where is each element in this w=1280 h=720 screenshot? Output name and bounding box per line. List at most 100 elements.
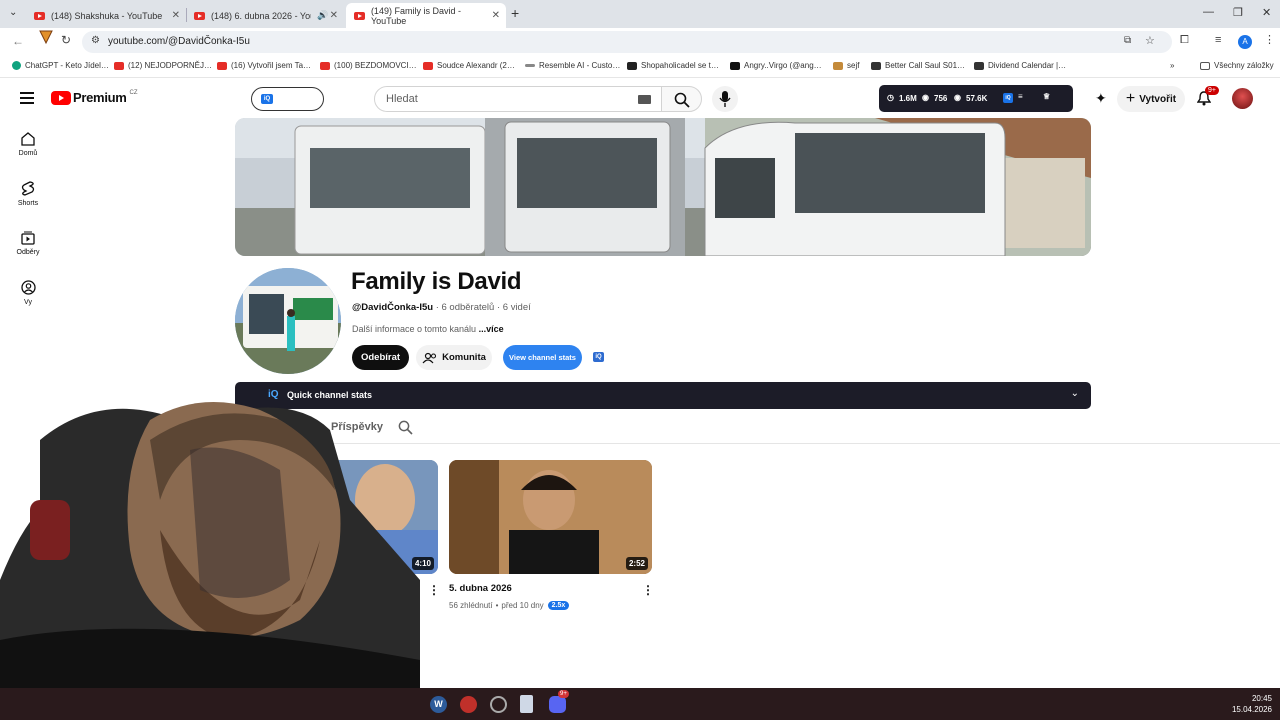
reload-icon[interactable]: ↻ bbox=[61, 33, 71, 47]
clock[interactable]: 20:45 15.04.2026 bbox=[1228, 693, 1272, 715]
bookmark-label: (100) BEZDOMOVCI… bbox=[334, 61, 417, 70]
bookmark-label: Resemble AI - Custo… bbox=[539, 61, 621, 70]
guide-item-shorts[interactable]: Shorts bbox=[10, 181, 46, 207]
video-menu-icon[interactable]: ⋮ bbox=[642, 583, 654, 597]
guide-label: Shorts bbox=[17, 200, 39, 207]
video-menu-icon[interactable]: ⋮ bbox=[428, 583, 440, 597]
search-input[interactable]: Hledat bbox=[374, 86, 662, 112]
bookmark-item[interactable]: (100) BEZDOMOVCI… bbox=[320, 61, 417, 70]
shorts-remix-icon[interactable]: ✦ bbox=[1095, 90, 1107, 107]
address-bar[interactable]: ⚙ youtube.com/@DavidČonka-I5u ⧉ ☆ bbox=[82, 31, 1172, 53]
minimize-button[interactable]: — bbox=[1203, 6, 1214, 18]
taskbar-app-icon[interactable]: W bbox=[430, 696, 447, 713]
url-text: youtube.com/@DavidČonka-I5u bbox=[108, 36, 250, 47]
video-thumbnail[interactable]: 2:52 bbox=[449, 460, 652, 574]
search-button[interactable] bbox=[661, 86, 702, 112]
bookmark-item[interactable]: (16) Vytvořil jsem Ta… bbox=[217, 61, 311, 70]
maximize-button[interactable]: ❐ bbox=[1233, 6, 1243, 19]
iq-icon[interactable]: iQ bbox=[593, 352, 604, 362]
all-bookmarks-button[interactable]: Všechny záložky bbox=[1200, 61, 1274, 70]
iq-icon: iQ bbox=[1003, 93, 1013, 103]
create-button[interactable]: + Vytvořit bbox=[1117, 86, 1185, 112]
browser-menu-icon[interactable]: ⋮ bbox=[1264, 33, 1275, 46]
tab-title: (149) Family is David - YouTube bbox=[370, 5, 461, 26]
taskbar-app-icon[interactable] bbox=[520, 695, 533, 713]
bookmarks-overflow-icon[interactable]: » bbox=[1170, 61, 1174, 70]
subscribe-button[interactable]: Odebírat bbox=[352, 345, 409, 370]
guide-item-subscriptions[interactable]: Odběry bbox=[10, 231, 46, 256]
channel-handle: @DavidČonka-I5u bbox=[352, 302, 434, 313]
notifications-button[interactable]: 9+ bbox=[1196, 86, 1219, 111]
iq-search-toggle[interactable]: iQ bbox=[251, 87, 324, 111]
bookmark-item[interactable]: Shopaholicadel se t… bbox=[627, 61, 719, 70]
subscriptions-icon bbox=[21, 231, 35, 245]
create-label: Vytvořit bbox=[1139, 93, 1177, 105]
close-tab-icon[interactable]: ✕ bbox=[330, 10, 338, 21]
voice-search-button[interactable] bbox=[712, 86, 738, 112]
bookmark-item[interactable]: ChatGPT - Keto Jídel… bbox=[12, 61, 109, 70]
bookmark-item[interactable]: (12) NEJODPORNĚJ… bbox=[114, 61, 212, 70]
close-window-button[interactable]: ✕ bbox=[1262, 6, 1271, 19]
youtube-icon bbox=[114, 61, 124, 70]
clock-icon: ◷ bbox=[887, 93, 894, 102]
bookmark-item[interactable]: Dividend Calendar |… bbox=[974, 61, 1066, 70]
notification-badge: 9+ bbox=[1205, 86, 1219, 95]
youtube-premium-logo[interactable]: Premium CZ bbox=[51, 90, 138, 105]
tab-search-button[interactable]: ⌄ bbox=[9, 7, 17, 18]
list-icon: ≡ bbox=[1018, 92, 1023, 101]
tiktok-icon bbox=[730, 61, 740, 70]
youtube-favicon-icon bbox=[34, 11, 45, 20]
channel-meta-row: @DavidČonka-I5u · 6 odběratelů · 6 videí bbox=[352, 302, 531, 313]
taskbar-app-icon[interactable] bbox=[460, 696, 477, 713]
stats-a: 756 bbox=[934, 94, 948, 103]
view-channel-stats-button[interactable]: View channel stats bbox=[503, 345, 582, 370]
tab-title: (148) 6. dubna 2026 - YouTu bbox=[211, 10, 311, 21]
browser-tab[interactable]: (148) Shakshuka - YouTube ✕ bbox=[26, 3, 186, 28]
stats-b: 57.6K bbox=[966, 94, 988, 103]
reading-list-icon[interactable]: ≡ bbox=[1215, 34, 1221, 46]
taskbar-app-icon[interactable] bbox=[490, 696, 507, 713]
new-tab-button[interactable]: + bbox=[511, 5, 519, 21]
play-icon bbox=[871, 61, 881, 70]
video-views: 56 zhlédnutí bbox=[449, 601, 493, 610]
guide-label: Domů bbox=[18, 150, 38, 157]
bookmark-item[interactable]: Soudce Alexandr (2… bbox=[423, 61, 515, 70]
back-icon[interactable]: ← bbox=[12, 34, 24, 48]
extensions-icon[interactable]: ⧠ bbox=[1180, 34, 1189, 47]
site-info-icon[interactable]: ⚙ bbox=[91, 35, 100, 46]
channel-stats-widget[interactable]: ◷ 1.6M ◉ 756 ◉ 57.6K iQ ≡ ♕ bbox=[879, 85, 1073, 112]
bookmark-label: Shopaholicadel se t… bbox=[641, 61, 719, 70]
speaker-icon[interactable]: 🔊 bbox=[317, 10, 328, 21]
keyboard-icon[interactable] bbox=[638, 95, 651, 104]
browser-tab-active[interactable]: (149) Family is David - YouTube ✕ bbox=[346, 3, 506, 28]
bookmark-star-icon[interactable]: ☆ bbox=[1145, 34, 1155, 47]
chatgpt-icon bbox=[12, 61, 21, 70]
video-title[interactable]: 5. dubna 2026 bbox=[449, 583, 512, 594]
region-label: CZ bbox=[129, 89, 138, 96]
discord-badge: 9+ bbox=[558, 690, 569, 698]
install-app-icon[interactable]: ⧉ bbox=[1124, 35, 1131, 46]
community-button[interactable]: Komunita bbox=[416, 345, 492, 370]
profile-avatar[interactable]: A bbox=[1238, 35, 1252, 49]
close-tab-icon[interactable]: ✕ bbox=[492, 10, 500, 21]
hamburger-menu-icon[interactable] bbox=[20, 91, 34, 109]
account-avatar[interactable] bbox=[1232, 88, 1253, 109]
guide-item-you[interactable]: Vy bbox=[10, 280, 46, 306]
bookmark-item[interactable]: Resemble AI - Custo… bbox=[525, 61, 620, 70]
guide-item-home[interactable]: Domů bbox=[10, 132, 46, 157]
bookmark-item[interactable]: Better Call Saul S01… bbox=[871, 61, 965, 70]
clock-time: 20:45 bbox=[1251, 694, 1272, 703]
banner-image bbox=[235, 118, 1091, 256]
forward-icon[interactable] bbox=[38, 29, 54, 50]
bookmarks-bar: ChatGPT - Keto Jídel… (12) NEJODPORNĚJ… … bbox=[0, 56, 1280, 78]
bookmark-item[interactable]: Angry..Virgo (@ang… bbox=[730, 61, 822, 70]
bookmark-item[interactable]: sejf bbox=[833, 61, 859, 70]
channel-about-link[interactable]: Další informace o tomto kanálu ...více bbox=[352, 324, 504, 334]
more-link[interactable]: ...více bbox=[479, 324, 504, 334]
browser-tab[interactable]: (148) 6. dubna 2026 - YouTu 🔊 ✕ bbox=[186, 3, 344, 28]
youtube-icon bbox=[217, 61, 227, 70]
community-icon bbox=[422, 352, 437, 363]
close-tab-icon[interactable]: ✕ bbox=[172, 10, 180, 21]
premium-label: Premium bbox=[73, 90, 127, 105]
discord-taskbar-icon[interactable]: 9+ bbox=[549, 690, 569, 713]
